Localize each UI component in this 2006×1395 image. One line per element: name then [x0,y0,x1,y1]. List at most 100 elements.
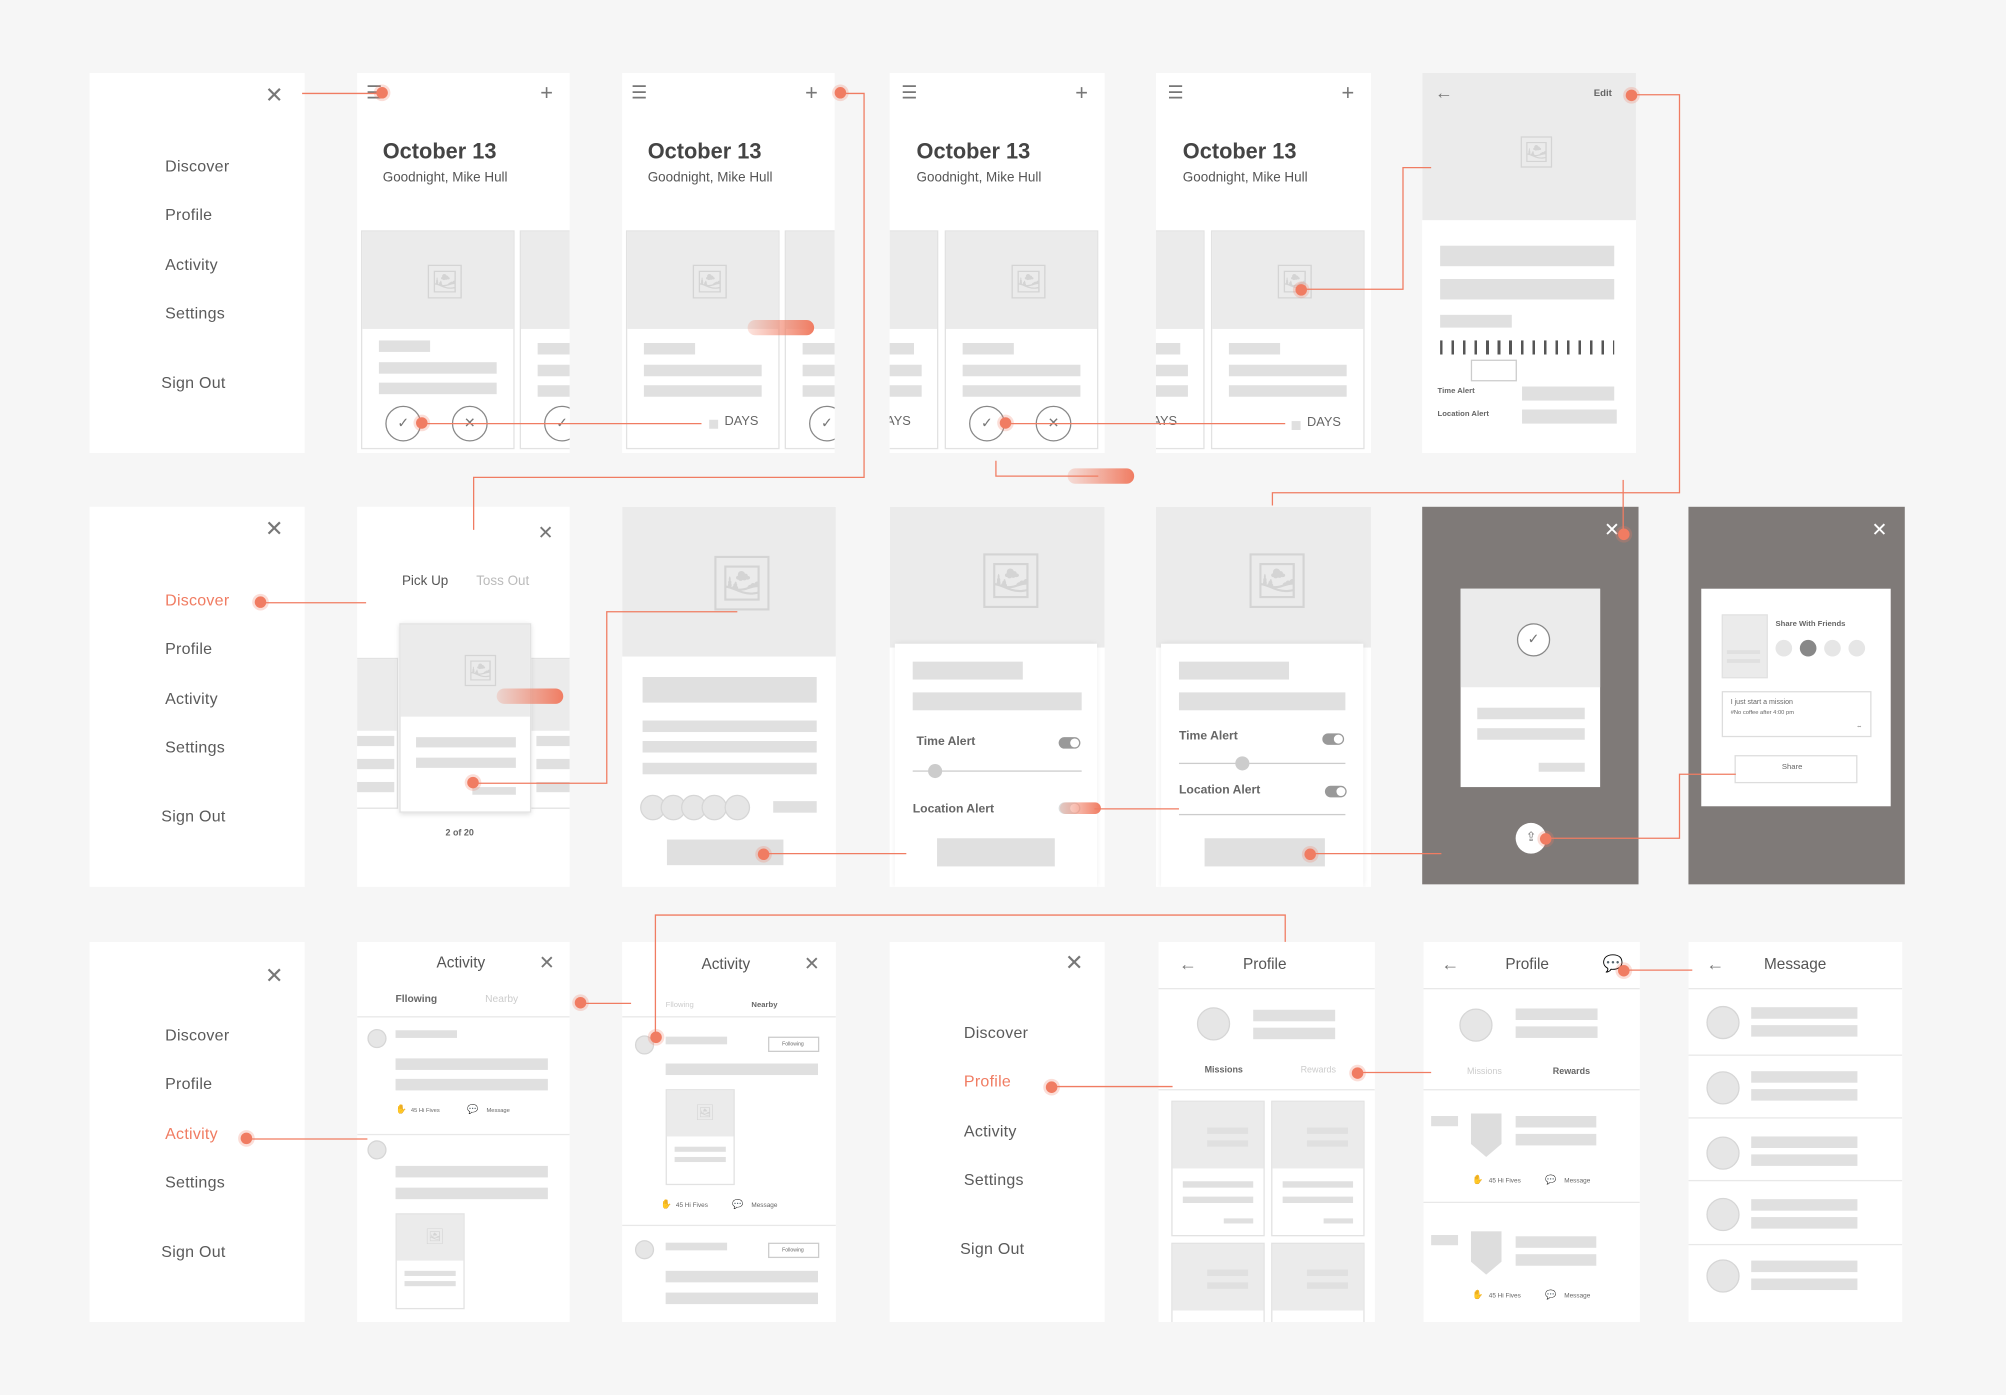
tab-missions[interactable]: Missions [1205,1066,1243,1075]
page-title: Profile [1242,954,1287,973]
time-slider-knob[interactable] [928,764,943,779]
menu-item-activity[interactable]: Activity [964,1122,1017,1140]
tab-pick-up[interactable]: Pick Up [402,573,448,588]
friend-avatar[interactable] [1824,639,1841,657]
plus-icon[interactable]: + [1342,82,1355,104]
share-message-field[interactable]: I just start a mission #No coffee after … [1721,691,1872,738]
menu-item-activity[interactable]: Activity [165,256,218,274]
activity-nearby-screen: Activity ✕ Fllowing Nearby Following 🖼 ✋… [622,941,836,1323]
time-alert-toggle[interactable] [1058,737,1081,749]
time-alert-toggle[interactable] [1322,733,1345,745]
menu-item-sign-out[interactable]: Sign Out [960,1240,1024,1258]
close-icon[interactable]: ✕ [539,953,555,972]
message-link[interactable]: Message [486,1107,509,1113]
task-card[interactable]: 🖼 ✓ ✕ [360,230,515,450]
menu-item-discover[interactable]: Discover [964,1024,1028,1042]
close-icon[interactable]: ✕ [265,84,283,106]
close-icon[interactable]: ✕ [265,965,283,987]
tab-following[interactable]: Fllowing [666,1002,694,1010]
menu-icon[interactable]: ☰ [631,83,647,101]
menu-item-discover[interactable]: Discover [165,157,229,175]
dismiss-button[interactable]: ✕ [451,405,488,442]
mission-card[interactable] [1271,1242,1365,1323]
friend-avatar[interactable] [1848,639,1866,657]
following-badge[interactable]: Following [768,1036,820,1052]
menu-item-profile[interactable]: Profile [165,206,212,224]
dismiss-button[interactable]: ✕ [1035,405,1072,442]
menu-item-sign-out[interactable]: Sign Out [161,808,225,826]
task-card[interactable]: 🖼 ✓ ✕ [944,230,1099,450]
share-button[interactable]: Share [1734,755,1858,784]
chat-icon[interactable]: 💬 [1545,1290,1556,1300]
message-link[interactable]: Message [1564,1293,1590,1301]
tab-toss-out[interactable]: Toss Out [476,573,529,588]
task-card[interactable]: 🖼 DAYS [1210,230,1365,450]
message-link[interactable]: Message [751,1202,777,1210]
menu-item-settings[interactable]: Settings [964,1171,1024,1189]
back-icon[interactable]: ← [1441,955,1459,973]
friend-avatar-selected[interactable] [1799,639,1817,657]
day-tick-bar[interactable] [1440,340,1615,355]
chat-icon[interactable]: 💬 [732,1199,743,1209]
tick-selector[interactable] [1470,359,1517,382]
discover-card[interactable]: 🖼 [399,623,532,813]
menu-item-settings[interactable]: Settings [165,305,225,323]
close-icon[interactable]: ✕ [1872,521,1888,540]
close-icon[interactable]: ✕ [804,955,820,974]
high-five-icon[interactable]: ✋ [396,1104,407,1115]
menu-item-settings[interactable]: Settings [165,1174,225,1192]
back-icon[interactable]: ← [1706,955,1724,973]
mission-card[interactable] [1271,1100,1365,1237]
menu-item-sign-out[interactable]: Sign Out [161,374,225,392]
menu-item-profile[interactable]: Profile [165,1075,212,1093]
edit-button[interactable]: Edit [1594,87,1612,99]
location-alert-toggle[interactable] [1324,785,1347,798]
menu-icon[interactable]: ☰ [1167,83,1183,101]
menu-item-sign-out[interactable]: Sign Out [161,1243,225,1261]
mission-card[interactable] [1171,1242,1265,1323]
time-alert-label: Time Alert [1437,387,1475,396]
high-five-icon[interactable]: ✋ [661,1199,672,1209]
plus-icon[interactable]: + [1075,82,1088,104]
plus-icon[interactable]: + [805,82,818,104]
avatar [1196,1007,1231,1041]
mission-card[interactable] [1171,1100,1265,1237]
friend-avatar[interactable] [1775,639,1793,657]
save-button[interactable] [937,838,1055,867]
time-slider-knob[interactable] [1235,756,1250,771]
flow-dot [834,87,847,99]
close-icon[interactable]: ✕ [1065,952,1083,974]
tab-missions[interactable]: Missions [1467,1067,1502,1076]
tab-following[interactable]: Fllowing [396,993,438,1005]
tab-rewards[interactable]: Rewards [1553,1067,1590,1076]
shared-card[interactable]: 🖼 [395,1213,465,1310]
high-five-icon[interactable]: ✋ [1472,1175,1483,1185]
back-icon[interactable]: ← [1179,955,1197,973]
chat-icon[interactable]: 💬 [467,1104,478,1115]
tab-nearby[interactable]: Nearby [751,1002,777,1010]
image-icon: 🖼 [1516,135,1556,171]
high-five-icon[interactable]: ✋ [1472,1290,1483,1300]
task-card[interactable]: 🖼 DAYS [625,230,780,450]
menu-item-profile[interactable]: Profile [964,1072,1011,1090]
close-icon[interactable]: ✕ [1604,521,1620,540]
close-icon[interactable]: ✕ [265,518,283,540]
menu-item-activity[interactable]: Activity [165,1125,218,1143]
tab-nearby[interactable]: Nearby [485,993,518,1005]
menu-item-activity[interactable]: Activity [165,690,218,708]
chat-icon[interactable]: 💬 [1545,1175,1556,1185]
plus-icon[interactable]: + [540,82,553,104]
close-icon[interactable]: ✕ [538,523,554,542]
menu-item-profile[interactable]: Profile [165,640,212,658]
flow-dot [757,848,770,861]
following-badge[interactable]: Following [768,1242,820,1259]
menu-icon[interactable]: ☰ [901,83,917,101]
message-link[interactable]: Message [1564,1177,1590,1185]
shared-card[interactable]: 🖼 [665,1089,735,1186]
menu-item-settings[interactable]: Settings [165,738,225,756]
menu-item-discover[interactable]: Discover [165,591,229,609]
menu-item-discover[interactable]: Discover [165,1026,229,1044]
days-label: DAYS [1156,414,1178,429]
tab-rewards[interactable]: Rewards [1301,1066,1336,1075]
back-icon[interactable]: ← [1435,83,1453,101]
